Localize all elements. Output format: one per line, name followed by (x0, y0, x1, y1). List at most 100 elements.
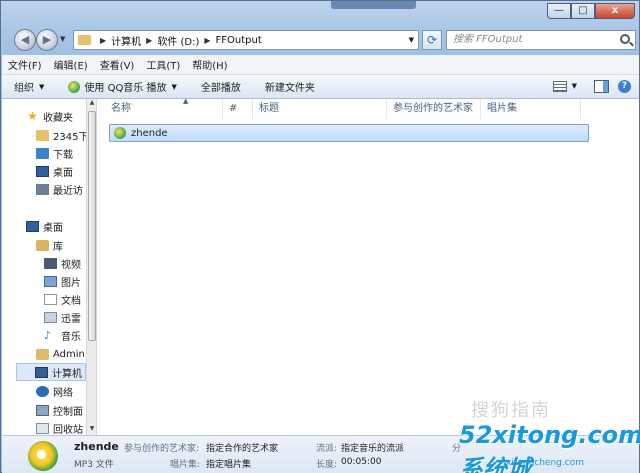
scroll-down-arrow[interactable]: ▼ (87, 425, 96, 435)
column-title[interactable]: 标题 (253, 99, 387, 119)
picture-icon (44, 275, 57, 287)
change-view-icon[interactable] (553, 81, 567, 92)
details-length-label: 长度: (316, 460, 338, 470)
menu-tools[interactable]: 工具(T) (146, 57, 180, 72)
list-item[interactable]: zhende (109, 124, 589, 142)
file-name: zhende (131, 127, 168, 139)
sort-arrow-icon: ▲ (183, 97, 189, 105)
nav-label: 音乐 (61, 331, 81, 343)
details-genre-label: 流派: (316, 444, 338, 454)
site-sub-watermark: xitongcheng.com (506, 458, 584, 468)
breadcrumb-folder[interactable]: FFOutput (216, 35, 262, 46)
nav-library[interactable]: 库 (36, 236, 63, 254)
breadcrumb-separator[interactable]: ▶ (146, 36, 152, 45)
nav-computer[interactable]: 计算机 (16, 363, 86, 381)
preview-pane-icon[interactable] (594, 80, 609, 93)
document-icon (44, 293, 57, 305)
nav-documents[interactable]: 文档 (44, 290, 81, 308)
maximize-button[interactable]: □ (571, 3, 595, 19)
nav-favorites[interactable]: ★ 收藏夹 (26, 107, 73, 125)
network-icon (36, 385, 49, 397)
music-note-icon: ♪ (44, 328, 52, 342)
nav-label: 库 (53, 241, 63, 253)
library-icon (36, 239, 49, 251)
nav-label: 控制面 (53, 406, 83, 418)
menu-edit[interactable]: 编辑(E) (54, 57, 88, 72)
explorer-window: — □ x ◀ ▶ ▼ ▶ 计算机 ▶ 软件 (D:) ▶ FFOutput ▼… (0, 0, 640, 473)
help-icon[interactable]: ? (618, 80, 631, 93)
site-domain: 52xitong.com (459, 421, 640, 449)
nav-network[interactable]: 网络 (36, 382, 73, 400)
nav-control-panel[interactable]: 控制面 (36, 401, 83, 419)
nav-music[interactable]: ♪ 音乐 (44, 326, 81, 344)
xunlei-icon (44, 311, 57, 323)
breadcrumb-computer[interactable]: 计算机 (111, 33, 141, 48)
chevron-down-icon: ▼ (171, 82, 177, 91)
column-name[interactable]: 名称 (97, 99, 223, 119)
scroll-thumb[interactable] (88, 111, 96, 341)
nav-2345[interactable]: 2345下 (36, 126, 88, 144)
control-panel-icon (36, 404, 49, 416)
menu-help[interactable]: 帮助(H) (192, 57, 227, 72)
menu-view[interactable]: 查看(V) (100, 57, 135, 72)
organize-label: 组织 (14, 83, 34, 94)
refresh-button[interactable]: ⟳ (422, 30, 442, 50)
nav-xunlei[interactable]: 迅雷 (44, 308, 81, 326)
play-all-button[interactable]: 全部播放 (201, 79, 241, 94)
details-artist-value[interactable]: 指定合作的艺术家 (206, 441, 278, 454)
nav-label: 2345下 (53, 131, 89, 143)
nav-label: 迅雷 (61, 313, 81, 325)
nav-label: 最近访 (53, 185, 83, 197)
nav-label: 网络 (53, 387, 73, 399)
column-artist[interactable]: 参与创作的艺术家 (387, 99, 481, 119)
search-input[interactable]: 搜索 FFOutput (446, 30, 636, 50)
nav-desktop-favorite[interactable]: 桌面 (36, 162, 73, 180)
nav-scrollbar[interactable]: ▲ ▼ (86, 99, 96, 435)
address-bar[interactable]: ▶ 计算机 ▶ 软件 (D:) ▶ FFOutput ▼ (73, 30, 419, 50)
nav-downloads[interactable]: 下载 (36, 144, 73, 162)
column-number[interactable]: # (223, 99, 253, 119)
play-with-button[interactable]: 使用 QQ音乐 播放 ▼ (68, 79, 177, 94)
forward-button[interactable]: ▶ (36, 29, 58, 51)
close-button[interactable]: x (595, 3, 635, 19)
nav-pictures[interactable]: 图片 (44, 272, 81, 290)
file-list: 名称 ▲ # 标题 参与创作的艺术家 唱片集 zhende (97, 97, 639, 435)
desktop-icon (26, 220, 39, 232)
column-album[interactable]: 唱片集 (481, 99, 581, 119)
nav-label: Admin (53, 348, 85, 360)
video-icon (44, 257, 57, 269)
nav-label: 回收站 (53, 424, 83, 436)
minimize-button[interactable]: — (547, 3, 571, 19)
details-genre-value[interactable]: 指定音乐的流派 (341, 441, 404, 454)
breadcrumb-separator[interactable]: ▶ (100, 36, 106, 45)
nav-admin[interactable]: Admin (36, 345, 85, 363)
new-folder-button[interactable]: 新建文件夹 (265, 79, 315, 94)
recent-pages-dropdown[interactable]: ▼ (60, 35, 65, 43)
organize-button[interactable]: 组织 ▼ (14, 79, 44, 95)
navigation-pane: ★ 收藏夹 2345下 下载 桌面 最近访 桌面 库 视频 图片 文档 迅雷 ♪ 音… (2, 99, 97, 435)
breadcrumb-drive[interactable]: 软件 (D:) (157, 33, 199, 48)
recent-places-icon (36, 183, 49, 195)
nav-label: 桌面 (53, 167, 73, 179)
nav-label: 桌面 (43, 222, 63, 234)
desktop-icon (36, 165, 49, 177)
nav-recent[interactable]: 最近访 (36, 180, 83, 198)
back-button[interactable]: ◀ (14, 29, 36, 51)
nav-label: 计算机 (52, 368, 82, 380)
nav-label: 文档 (61, 295, 81, 307)
address-row: ◀ ▶ ▼ ▶ 计算机 ▶ 软件 (D:) ▶ FFOutput ▼ ⟳ 搜索 … (1, 27, 640, 55)
nav-label: 视频 (61, 259, 81, 271)
nav-desktop[interactable]: 桌面 (26, 217, 63, 235)
view-dropdown[interactable]: ▼ (572, 82, 577, 90)
nav-recycle-bin[interactable]: 回收站 (36, 419, 83, 435)
sogou-watermark: 搜狗指南 (471, 400, 551, 421)
menu-file[interactable]: 文件(F) (8, 57, 42, 72)
breadcrumb-separator[interactable]: ▶ (204, 36, 210, 45)
menu-bar: 文件(F) 编辑(E) 查看(V) 工具(T) 帮助(H) (2, 55, 639, 75)
title-bar: — □ x (1, 1, 640, 23)
nav-videos[interactable]: 视频 (44, 254, 81, 272)
address-dropdown[interactable]: ▼ (409, 36, 414, 44)
details-album-value[interactable]: 指定唱片集 (206, 457, 251, 470)
command-bar: 组织 ▼ 使用 QQ音乐 播放 ▼ 全部播放 新建文件夹 ▼ ? (2, 75, 639, 99)
scroll-up-arrow[interactable]: ▲ (87, 99, 96, 109)
